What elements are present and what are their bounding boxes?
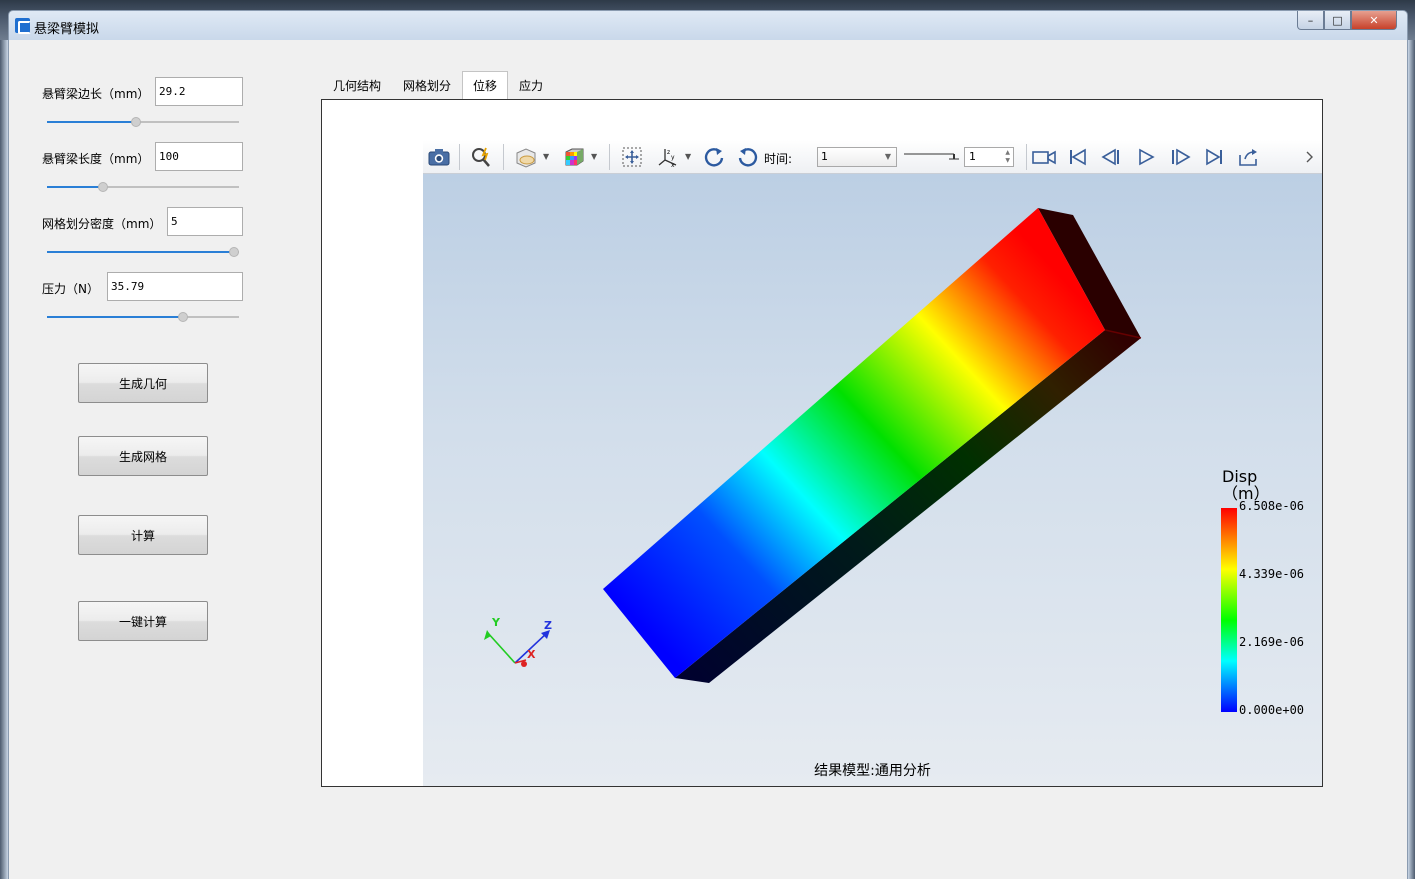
edge-length-slider[interactable]	[47, 116, 239, 128]
slider-fill	[47, 121, 136, 123]
axis-triad	[484, 630, 550, 667]
tab-pane: ▼ ▼ zyx ▼ 时间: 1 ▼ 1 ▲ ▼ Y Z X Disp （m） 6…	[321, 99, 1323, 787]
tab-stress[interactable]: 应力	[508, 71, 554, 100]
pressure-slider[interactable]	[47, 311, 239, 323]
window-border-right	[1408, 40, 1415, 879]
tab-mesh[interactable]: 网格划分	[392, 71, 462, 100]
beam-length-input[interactable]: 100	[155, 142, 243, 171]
result-model-caption: 结果模型:通用分析	[814, 763, 931, 779]
slider-fill	[47, 251, 234, 253]
param-label-edge-length: 悬臂梁边长（mm）	[42, 87, 150, 101]
slider-thumb[interactable]	[131, 117, 141, 127]
generate-mesh-button[interactable]: 生成网格	[78, 436, 208, 476]
tab-displacement[interactable]: 位移	[462, 71, 509, 100]
tab-geometry[interactable]: 几何结构	[322, 71, 392, 100]
beam-top-face	[603, 208, 1105, 678]
legend-tick-min: 0.000e+00	[1239, 703, 1305, 717]
mesh-density-slider[interactable]	[47, 246, 239, 258]
slider-fill	[47, 316, 183, 318]
axis-label-z: Z	[544, 619, 552, 632]
legend-title: Disp （m）	[1222, 468, 1270, 502]
generate-geometry-button[interactable]: 生成几何	[78, 363, 208, 403]
app-icon	[15, 18, 31, 34]
maximize-button[interactable]: □	[1324, 11, 1351, 30]
legend-tick: 4.339e-06	[1239, 567, 1305, 581]
beam-render	[484, 208, 1142, 683]
result-tabs: 几何结构 网格划分 位移 应力	[322, 71, 554, 100]
window-controls: – □ ✕	[1297, 11, 1397, 30]
slider-thumb[interactable]	[98, 182, 108, 192]
window-border-left	[0, 40, 8, 879]
window-title: 悬梁臂模拟	[34, 22, 100, 37]
minimize-button[interactable]: –	[1297, 11, 1324, 30]
axis-label-y: Y	[492, 616, 500, 629]
legend-color-bar	[1221, 508, 1237, 712]
legend-title-quantity: Disp	[1222, 467, 1258, 486]
beam-length-slider[interactable]	[47, 181, 239, 193]
param-label-pressure: 压力（N）	[42, 282, 99, 296]
window-titlebar[interactable]: 悬梁臂模拟 – □ ✕	[8, 10, 1408, 40]
window-titlebar-background: 悬梁臂模拟 – □ ✕	[0, 0, 1415, 40]
param-label-beam-length: 悬臂梁长度（mm）	[42, 152, 150, 166]
close-button[interactable]: ✕	[1351, 11, 1397, 30]
mesh-density-input[interactable]: 5	[167, 207, 243, 236]
slider-thumb[interactable]	[229, 247, 239, 257]
3d-viewer[interactable]: ▼ ▼ zyx ▼ 时间: 1 ▼ 1 ▲ ▼ Y Z X Disp （m） 6…	[423, 140, 1322, 786]
one-click-compute-button[interactable]: 一键计算	[78, 601, 208, 641]
compute-button[interactable]: 计算	[78, 515, 208, 555]
pressure-input[interactable]: 35.79	[107, 272, 243, 301]
legend-tick: 2.169e-06	[1239, 635, 1305, 649]
slider-fill	[47, 186, 103, 188]
slider-thumb[interactable]	[178, 312, 188, 322]
legend-tick-max: 6.508e-06	[1239, 499, 1305, 513]
edge-length-input[interactable]: 29.2	[155, 77, 243, 106]
axis-label-x: X	[527, 648, 536, 661]
param-label-mesh-density: 网格划分密度（mm）	[42, 217, 162, 231]
client-area: 悬臂梁边长（mm） 29.2 悬臂梁长度（mm） 100 网格划分密度（mm） …	[8, 40, 1408, 879]
